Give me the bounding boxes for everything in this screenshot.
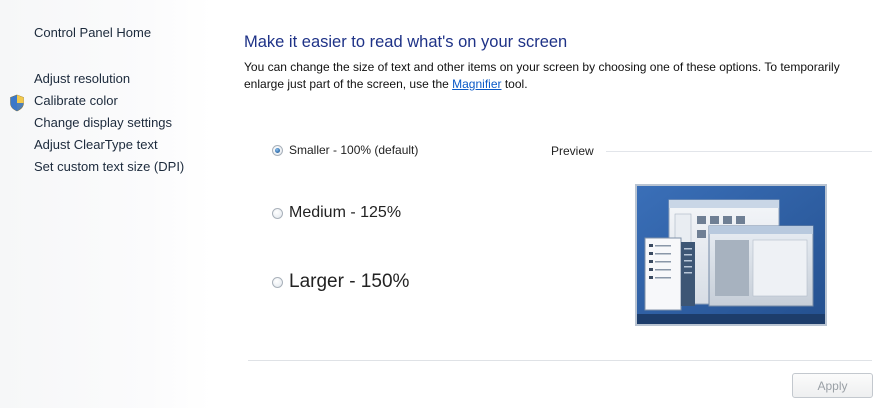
page-title: Make it easier to read what's on your sc… [244,33,568,51]
preview-image [635,184,827,326]
magnifier-link[interactable]: Magnifier [452,77,501,91]
option-medium-label: Medium - 125% [289,204,402,221]
sidebar-item-custom-dpi[interactable]: Set custom text size (DPI) [34,156,184,178]
radio-medium[interactable] [272,207,283,219]
page-description: You can change the size of text and othe… [244,59,844,93]
sidebar-item-adjust-resolution[interactable]: Adjust resolution [34,68,184,90]
option-medium[interactable]: Medium - 125% [272,204,401,222]
apply-button[interactable]: Apply [792,373,873,398]
sidebar: Control Panel Home Adjust resolution Cal… [0,0,212,408]
shield-icon [10,94,24,112]
radio-smaller[interactable] [272,144,283,156]
radio-larger[interactable] [272,276,283,288]
sidebar-item-calibrate-color[interactable]: Calibrate color [34,90,184,112]
option-larger[interactable]: Larger - 150% [272,271,409,293]
footer-divider [248,360,872,361]
option-smaller[interactable]: Smaller - 100% (default) [272,143,418,157]
description-text-before: You can change the size of text and othe… [244,60,840,91]
control-panel-home-link[interactable]: Control Panel Home [34,25,151,40]
sidebar-item-change-display-settings[interactable]: Change display settings [34,112,184,134]
option-smaller-label: Smaller - 100% (default) [289,143,419,157]
sidebar-tasks: Adjust resolution Calibrate color Change… [34,68,184,178]
option-larger-label: Larger - 150% [289,271,410,292]
description-text-after: tool. [504,77,528,91]
preview-label: Preview [551,144,594,158]
preview-divider [606,151,872,152]
sidebar-item-adjust-cleartype[interactable]: Adjust ClearType text [34,134,184,156]
